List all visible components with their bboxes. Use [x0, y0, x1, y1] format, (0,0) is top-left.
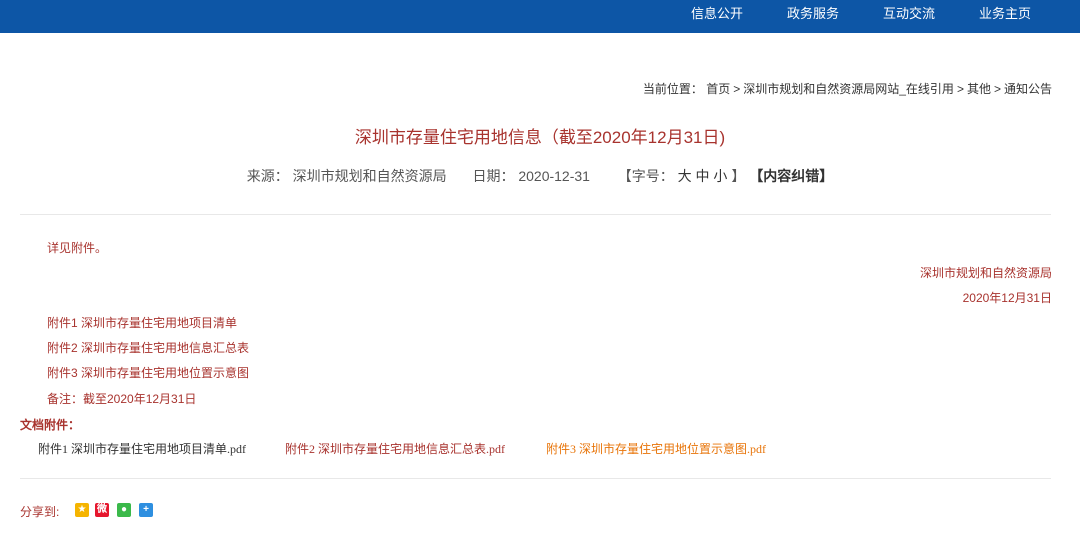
- content-correction-link[interactable]: 【内容纠错】: [749, 168, 833, 184]
- signature-org: 深圳市规划和自然资源局: [919, 266, 1052, 280]
- breadcrumb-separator: >: [733, 82, 741, 96]
- breadcrumb-site-link[interactable]: 深圳市规划和自然资源局网站_在线引用: [743, 82, 954, 96]
- breadcrumb-other-link[interactable]: 其他: [967, 82, 991, 96]
- breadcrumb-label: 当前位置：: [642, 82, 703, 96]
- date-label: 日期：: [472, 168, 515, 184]
- nav-link-interaction[interactable]: 互动交流: [883, 0, 935, 28]
- attachment-file-2-link[interactable]: 附件2 深圳市存量住宅用地信息汇总表.pdf: [285, 440, 505, 457]
- breadcrumb-notice-link[interactable]: 通知公告: [1004, 82, 1052, 96]
- doc-attachments-label: 文档附件：: [20, 418, 81, 432]
- note: 备注：截至2020年12月31日: [47, 392, 197, 406]
- breadcrumb-separator: >: [993, 82, 1001, 96]
- breadcrumb: 当前位置： 首页 > 深圳市规划和自然资源局网站_在线引用 > 其他 > 通知公告: [643, 80, 1052, 97]
- footer-divider: [20, 478, 1051, 479]
- qzone-icon[interactable]: ★: [75, 503, 89, 517]
- font-size-small[interactable]: 小: [713, 168, 727, 184]
- nav-link-gov-services[interactable]: 政务服务: [787, 0, 839, 28]
- font-size-large[interactable]: 大: [678, 168, 692, 184]
- attachment-file-3-link[interactable]: 附件3 深圳市存量住宅用地位置示意图.pdf: [546, 440, 766, 457]
- weibo-icon[interactable]: 微: [95, 503, 109, 517]
- nav-link-info-public[interactable]: 信息公开: [691, 0, 743, 28]
- source-label: 来源：: [246, 168, 289, 184]
- nav-link-business-home[interactable]: 业务主页: [979, 0, 1031, 28]
- article-title: 深圳市存量住宅用地信息（截至2020年12月31日): [354, 128, 726, 147]
- body-intro: 详见附件。: [47, 241, 108, 255]
- breadcrumb-separator: >: [956, 82, 964, 96]
- header-divider: [20, 214, 1051, 215]
- font-size-medium[interactable]: 中: [696, 168, 710, 184]
- more-share-icon[interactable]: +: [139, 503, 153, 517]
- article-meta: 来源： 深圳市规划和自然资源局 日期： 2020-12-31 【字号： 大 中 …: [0, 166, 1080, 186]
- font-size-close: 】: [731, 168, 746, 184]
- date-value: 2020-12-31: [518, 168, 590, 184]
- font-size-label: 【字号：: [617, 168, 674, 184]
- top-navigation-bar: 信息公开 政务服务 互动交流 业务主页: [0, 0, 1080, 33]
- attachment-line-1: 附件1 深圳市存量住宅用地项目清单: [47, 316, 238, 330]
- attachment-file-1-link[interactable]: 附件1 深圳市存量住宅用地项目清单.pdf: [38, 440, 246, 457]
- attachment-line-3: 附件3 深圳市存量住宅用地位置示意图: [47, 366, 250, 380]
- attachment-line-2: 附件2 深圳市存量住宅用地信息汇总表: [47, 341, 250, 355]
- share-label: 分享到:: [20, 505, 60, 519]
- source-value: 深圳市规划和自然资源局: [292, 168, 447, 184]
- breadcrumb-home-link[interactable]: 首页: [706, 82, 730, 96]
- wechat-icon[interactable]: ●: [117, 503, 131, 517]
- signature-date: 2020年12月31日: [962, 291, 1052, 305]
